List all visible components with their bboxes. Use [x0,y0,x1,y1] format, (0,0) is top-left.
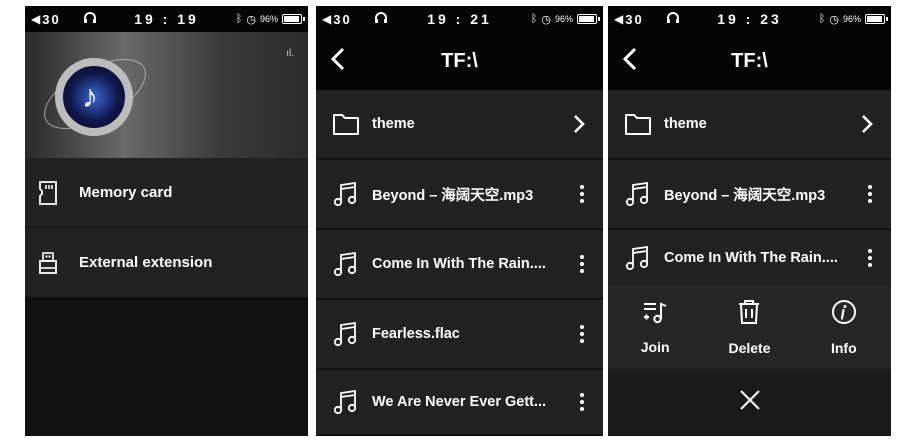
folder-icon [624,112,652,136]
battery-icon [577,14,600,24]
more-vertical-icon[interactable] [867,184,873,204]
more-vertical-icon[interactable] [579,392,585,412]
list-item-folder[interactable]: theme [316,90,603,160]
list-item-label: Beyond – 海阔天空.mp3 [664,187,826,204]
header: TF:\ [316,32,603,90]
close-button[interactable] [608,369,891,436]
volume-icon: ◀ [322,12,332,26]
volume-level: 30 [42,11,61,27]
action-sheet: Join Delete Info [608,286,891,369]
status-bar: ◀ 30 19 : 21 ᛒ ◷ 96% [316,6,603,32]
battery-percent: 96% [554,14,573,24]
back-arrow-icon[interactable] [330,46,346,77]
header: TF:\ [608,32,891,90]
music-note-icon [624,245,652,271]
app-logo: ♪ [55,58,133,136]
folder-icon [332,112,360,136]
more-vertical-icon[interactable] [579,324,585,344]
list-item-label: Fearless.flac [372,326,460,342]
join-button[interactable]: Join [615,300,695,355]
timer-icon: ◷ [246,13,256,26]
list-item-label: Come In With The Rain.... [664,250,838,266]
menu-item-label: Memory card [79,184,173,201]
battery-icon [865,14,888,24]
bluetooth-icon: ᛒ [530,13,538,25]
action-label: Delete [728,340,771,356]
page-title: TF:\ [441,49,478,72]
list-item-file[interactable]: Fearless.flac [316,300,603,370]
trash-icon [737,299,761,330]
list-item-file[interactable]: We Are Never Ever Gett... [316,370,603,436]
info-icon [831,299,857,330]
battery-percent: 96% [259,14,278,24]
action-label: Info [830,340,857,356]
list-item-file[interactable]: Beyond – 海阔天空.mp3 [608,160,891,230]
timer-icon: ◷ [541,13,551,26]
volume-icon: ◀ [31,12,41,26]
headphones-icon [83,11,97,27]
headphones-icon [666,11,680,27]
battery-percent: 96% [842,14,861,24]
headphones-icon [374,11,388,27]
status-bar: ◀ 30 19 : 23 ᛒ ◷ 96% [608,6,891,32]
signal-icon: ıl. [286,48,294,59]
volume-level: 30 [625,11,644,27]
list-item-file[interactable]: Come In With The Rain.... [316,230,603,300]
list-item-label: theme [372,116,415,132]
usb-drive-icon [37,251,59,275]
chevron-right-icon [573,114,585,134]
file-options-screen: ◀ 30 19 : 23 ᛒ ◷ 96% TF:\ theme Beyond –… [608,6,891,436]
add-to-playlist-icon [642,300,668,329]
volume-level: 30 [333,11,352,27]
timer-icon: ◷ [829,13,839,26]
clock: 19 : 19 [134,11,199,27]
sd-card-icon [37,180,59,205]
list-item-label: Come In With The Rain.... [372,256,546,272]
logo-banner: ♪ ıl. [25,32,308,158]
music-note-logo-icon: ♪ [82,78,98,114]
music-note-icon [624,181,652,207]
music-note-icon [332,251,360,277]
more-vertical-icon[interactable] [867,248,873,268]
music-note-icon [332,321,360,347]
list-item-file[interactable]: Beyond – 海阔天空.mp3 [316,160,603,230]
action-label: Join [640,339,670,355]
more-vertical-icon[interactable] [579,254,585,274]
more-vertical-icon[interactable] [579,184,585,204]
music-note-icon [332,181,360,207]
chevron-right-icon [861,114,873,134]
page-title: TF:\ [731,49,768,72]
file-browser-screen: ◀ 30 19 : 21 ᛒ ◷ 96% TF:\ theme Beyond –… [316,6,603,436]
list-item-file[interactable]: Come In With The Rain.... [608,230,891,286]
bluetooth-icon: ᛒ [235,13,243,25]
clock: 19 : 21 [427,11,492,27]
close-icon [739,389,761,416]
back-arrow-icon[interactable] [622,46,638,77]
clock: 19 : 23 [717,11,782,27]
list-item-label: Beyond – 海阔天空.mp3 [372,187,534,204]
menu-item-external-extension[interactable]: External extension [25,228,308,298]
delete-button[interactable]: Delete [709,299,789,356]
status-bar: ◀ 30 19 : 19 ᛒ ◷ 96% [25,6,308,32]
music-note-icon [332,389,360,415]
info-button[interactable]: Info [804,299,884,356]
list-item-label: We Are Never Ever Gett... [372,394,547,410]
menu-item-memory-card[interactable]: Memory card [25,158,308,228]
home-screen: ◀ 30 19 : 19 ᛒ ◷ 96% ♪ ıl. Memory card E [25,6,308,436]
bluetooth-icon: ᛒ [818,13,826,25]
list-item-label: theme [664,116,707,132]
menu-item-label: External extension [79,254,213,271]
volume-icon: ◀ [614,12,624,26]
list-item-folder[interactable]: theme [608,90,891,160]
battery-icon [282,14,305,24]
